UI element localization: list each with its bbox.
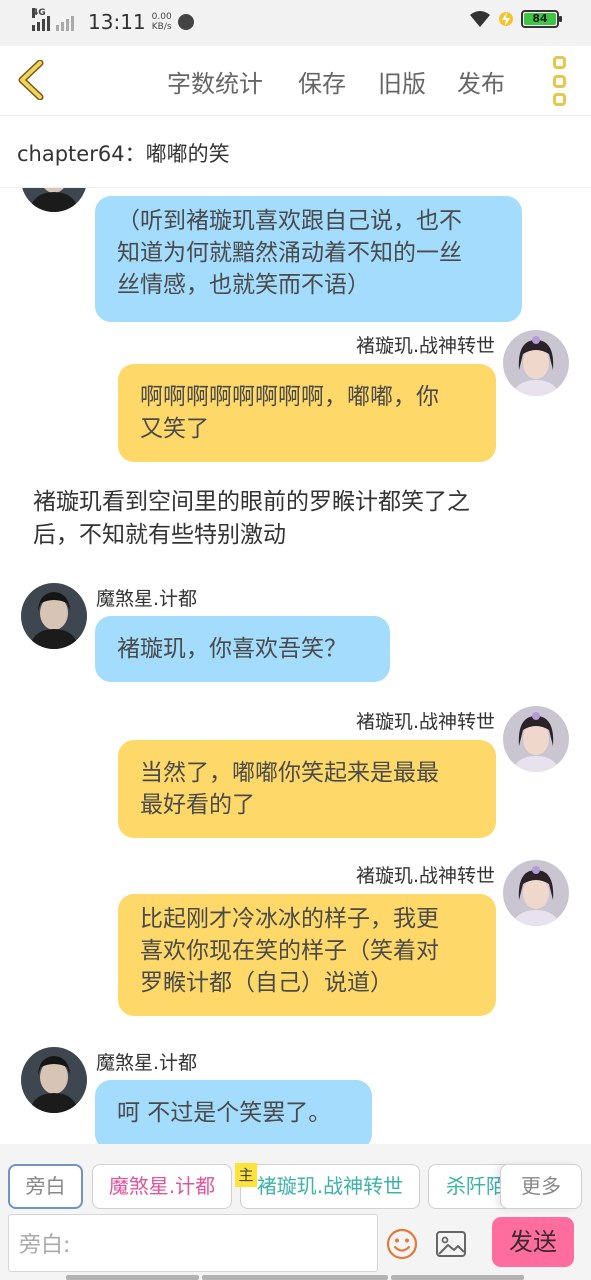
network-speed: 0.00 KB/s	[152, 12, 172, 32]
message-line: 比起刚才冷冰冰的样子，我更	[140, 906, 439, 932]
role-chip-label: 更多	[521, 1174, 561, 1198]
female-avatar-icon	[503, 860, 569, 926]
chapter-bar: chapter64：嘟嘟的笑	[0, 116, 591, 188]
sender-name: 褚璇玑.战神转世	[355, 335, 495, 357]
message-line: 丝情感，也就笑而不语）	[117, 272, 370, 298]
smiley-icon	[386, 1228, 418, 1260]
battery-level: 84	[524, 13, 556, 25]
chapter-title[interactable]: chapter64：嘟嘟的笑	[17, 138, 230, 168]
female-avatar-icon	[503, 706, 569, 772]
image-icon	[436, 1231, 466, 1257]
sender-name: 魔煞星.计都	[96, 1052, 198, 1074]
more-roles-button[interactable]: 更多	[500, 1164, 582, 1209]
role-chip-jidu[interactable]: 魔煞星.计都	[92, 1164, 232, 1209]
signal-icon: 4G	[32, 8, 50, 31]
narration-text[interactable]: 褚璇玑看到空间里的眼前的罗睺计都笑了之 后，不知就有些特别激动	[33, 486, 553, 552]
male-avatar-icon	[21, 188, 87, 212]
avatar-female[interactable]	[503, 330, 569, 396]
input-placeholder: 旁白:	[19, 1233, 71, 1258]
avatar-female[interactable]	[503, 860, 569, 926]
message-bubble[interactable]: 呵 不过是个笑罢了。	[95, 1080, 372, 1144]
image-button[interactable]	[435, 1229, 467, 1259]
nav-indicator	[202, 1275, 388, 1280]
send-button[interactable]: 发送	[492, 1217, 574, 1267]
charging-icon	[499, 12, 513, 26]
female-avatar-icon	[503, 330, 569, 396]
avatar-male[interactable]	[21, 583, 87, 649]
globe-icon	[177, 14, 194, 30]
male-avatar-icon	[21, 1047, 87, 1113]
nav-indicator	[66, 1275, 199, 1280]
message-line: 当然了，嘟嘟你笑起来是最最	[140, 760, 439, 786]
message-bubble[interactable]: 啊啊啊啊啊啊啊啊，嘟嘟，你 又笑了	[118, 364, 496, 462]
publish-button[interactable]: 发布	[457, 64, 505, 99]
role-chip-label: 褚璇玑.战神转世	[256, 1174, 404, 1198]
role-chip-label: 旁白	[25, 1174, 66, 1198]
app-header: 字数统计 保存 旧版 发布	[0, 46, 591, 116]
composer-area: 旁白 魔煞星.计都 褚璇玑.战神转世 主 杀阡陌 更多 旁白: 发送	[0, 1144, 591, 1280]
sender-name: 褚璇玑.战神转世	[355, 711, 495, 733]
role-chip-label: 杀阡陌	[446, 1174, 506, 1198]
battery-icon: 84	[521, 10, 562, 28]
wifi-icon	[470, 11, 490, 27]
sender-name: 魔煞星.计都	[96, 588, 198, 610]
main-role-badge: 主	[235, 1163, 257, 1187]
message-line: 喜欢你现在笑的样子（笑着对	[140, 938, 439, 964]
message-input[interactable]: 旁白:	[8, 1214, 378, 1272]
back-button[interactable]	[14, 60, 48, 100]
message-line: 最好看的了	[140, 792, 255, 818]
status-left: 4G 13:11 0.00 KB/s	[32, 8, 194, 34]
sender-name: 褚璇玑.战神转世	[355, 865, 495, 887]
narration-line: 后，不知就有些特别激动	[33, 522, 286, 548]
message-bubble[interactable]: 比起刚才冷冰冰的样子，我更 喜欢你现在笑的样子（笑着对 罗睺计都（自己）说道）	[118, 894, 496, 1016]
more-vertical-icon	[552, 56, 566, 69]
avatar-male[interactable]	[21, 188, 87, 212]
speed-unit: KB/s	[151, 22, 172, 32]
more-dot	[552, 74, 566, 88]
role-chip-xuanji[interactable]: 褚璇玑.战神转世	[240, 1164, 420, 1209]
more-button[interactable]	[548, 56, 570, 106]
narration-line: 褚璇玑看到空间里的眼前的罗睺计都笑了之	[33, 489, 470, 515]
message-line: 呵 不过是个笑罢了。	[117, 1100, 332, 1126]
signal-icon-2	[56, 13, 74, 31]
avatar-male[interactable]	[21, 1047, 87, 1113]
status-bar: 4G 13:11 0.00 KB/s 84	[0, 0, 591, 46]
avatar-female[interactable]	[503, 706, 569, 772]
message-line: 褚璇玑，你喜欢吾笑？	[117, 636, 347, 662]
message-bubble[interactable]: （听到褚璇玑喜欢跟自己说，也不 知道为何就黯然涌动着不知的一丝 丝情感，也就笑而…	[95, 196, 522, 322]
word-count-button[interactable]: 字数统计	[167, 64, 263, 99]
speed-value: 0.00	[151, 12, 172, 22]
chat-area[interactable]: （听到褚璇玑喜欢跟自己说，也不 知道为何就黯然涌动着不知的一丝 丝情感，也就笑而…	[0, 188, 591, 1144]
message-bubble[interactable]: 当然了，嘟嘟你笑起来是最最 最好看的了	[118, 740, 496, 838]
old-version-button[interactable]: 旧版	[378, 64, 426, 99]
message-line: （听到褚璇玑喜欢跟自己说，也不	[117, 208, 462, 234]
network-type: 4G	[32, 8, 46, 18]
nav-indicator	[391, 1275, 524, 1280]
message-line: 啊啊啊啊啊啊啊啊，嘟嘟，你	[140, 384, 439, 410]
role-chip-label: 魔煞星.计都	[108, 1174, 216, 1198]
message-bubble[interactable]: 褚璇玑，你喜欢吾笑？	[95, 616, 390, 682]
status-right: 84	[469, 10, 562, 28]
emoji-button[interactable]	[386, 1228, 418, 1260]
male-avatar-icon	[21, 583, 87, 649]
message-line: 知道为何就黯然涌动着不知的一丝	[117, 240, 462, 266]
clock: 13:11	[88, 10, 146, 34]
message-line: 又笑了	[140, 416, 209, 442]
save-button[interactable]: 保存	[298, 64, 346, 99]
message-line: 罗睺计都（自己）说道）	[140, 970, 393, 996]
more-dot	[552, 93, 566, 106]
role-chip-narration[interactable]: 旁白	[8, 1164, 83, 1209]
chevron-left-icon	[18, 60, 44, 100]
